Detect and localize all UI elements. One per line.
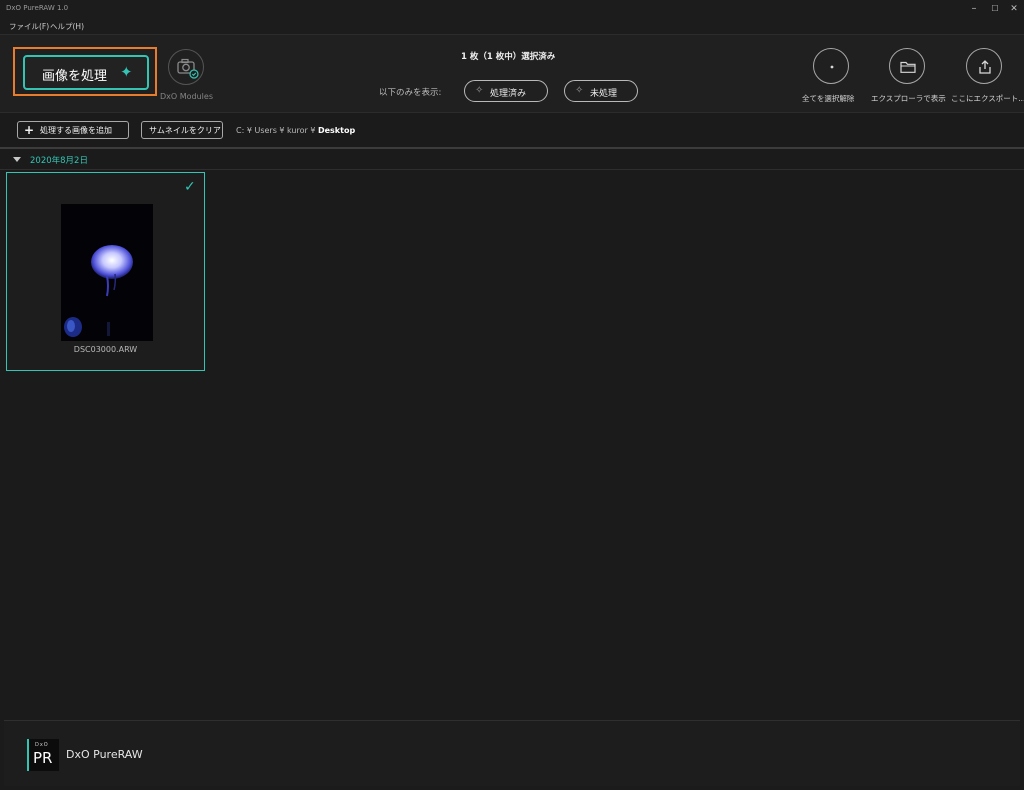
date-group-header: 2020年8月2日 (0, 150, 1024, 170)
breadcrumb-current[interactable]: Desktop (318, 126, 355, 135)
collapse-caret-icon[interactable] (13, 157, 21, 162)
checkmark-icon: ✓ (184, 179, 196, 195)
thumbnail-card[interactable]: ✓ DSC03000.ARW (6, 172, 205, 371)
export-here-button[interactable] (966, 48, 1002, 84)
sub-toolbar: + 処理する画像を追加 サムネイルをクリア C: ¥ Users ¥ kuror… (0, 112, 1024, 149)
menu-help[interactable]: ヘルプ(H) (50, 21, 84, 32)
minimize-button[interactable]: – (966, 2, 982, 16)
sparkle-icon: ✦ (120, 63, 133, 81)
show-in-explorer-label: エクスプローラで表示 (871, 94, 946, 103)
show-only-label: 以下のみを表示: (379, 88, 442, 98)
filter-unprocessed-label: 未処理 (590, 89, 618, 99)
add-images-label: 処理する画像を追加 (40, 126, 112, 135)
menu-file[interactable]: ファイル(F) (9, 21, 49, 32)
breadcrumb-prefix: C: ¥ Users ¥ kuror ¥ (236, 126, 318, 135)
thumbnail-grid: ✓ DSC03000.ARW (0, 171, 1024, 720)
dot-icon (830, 65, 834, 69)
title-bar: DxO PureRAW 1.0 – ☐ ✕ (0, 0, 1024, 19)
plus-icon: + (24, 123, 35, 137)
process-images-button[interactable]: 画像を処理 ✦ (23, 55, 149, 90)
footer: DxO PR DxO PureRAW (4, 720, 1020, 786)
logo-dxo-text: DxO (35, 742, 49, 748)
dxo-modules-button[interactable] (168, 49, 204, 85)
clear-thumbnails-label: サムネイルをクリア (149, 126, 221, 135)
deselect-all-button[interactable] (813, 48, 849, 84)
sparkle-icon: ✧ (575, 85, 584, 96)
selection-status: 1 枚（1 枚中）選択済み (461, 52, 556, 62)
menu-bar: ファイル(F) ヘルプ(H) (0, 19, 1024, 34)
window-title: DxO PureRAW 1.0 (6, 4, 69, 12)
filter-processed-label: 処理済み (490, 89, 527, 99)
process-images-label: 画像を処理 (42, 69, 108, 84)
sparkle-icon: ✧ (475, 85, 484, 96)
filter-unprocessed-button[interactable]: ✧ 未処理 (564, 80, 638, 102)
export-icon (979, 60, 991, 74)
dxo-modules-label: DxO Modules (160, 92, 213, 101)
close-button[interactable]: ✕ (1006, 2, 1022, 16)
thumbnail-image (61, 204, 153, 341)
camera-icon (177, 58, 199, 79)
date-group-label: 2020年8月2日 (30, 156, 88, 166)
breadcrumb: C: ¥ Users ¥ kuror ¥ Desktop (236, 126, 355, 135)
export-here-label: ここにエクスポート... (951, 94, 1024, 103)
clear-thumbnails-button[interactable]: サムネイルをクリア (141, 121, 223, 139)
app-logo: DxO PR (27, 739, 59, 771)
main-toolbar: 画像を処理 ✦ DxO Modules 1 枚（1 枚中）選択済み 以下のみを表… (0, 34, 1024, 112)
show-in-explorer-button[interactable] (889, 48, 925, 84)
add-images-button[interactable]: + 処理する画像を追加 (17, 121, 129, 139)
folder-icon (900, 61, 916, 73)
thumbnail-filename: DSC03000.ARW (73, 345, 138, 354)
process-button-highlight: 画像を処理 ✦ (13, 47, 157, 96)
logo-pr-text: PR (33, 749, 53, 767)
maximize-button[interactable]: ☐ (987, 2, 1003, 16)
filter-processed-button[interactable]: ✧ 処理済み (464, 80, 548, 102)
app-name: DxO PureRAW (66, 748, 143, 761)
deselect-all-label: 全てを選択解除 (802, 94, 855, 103)
